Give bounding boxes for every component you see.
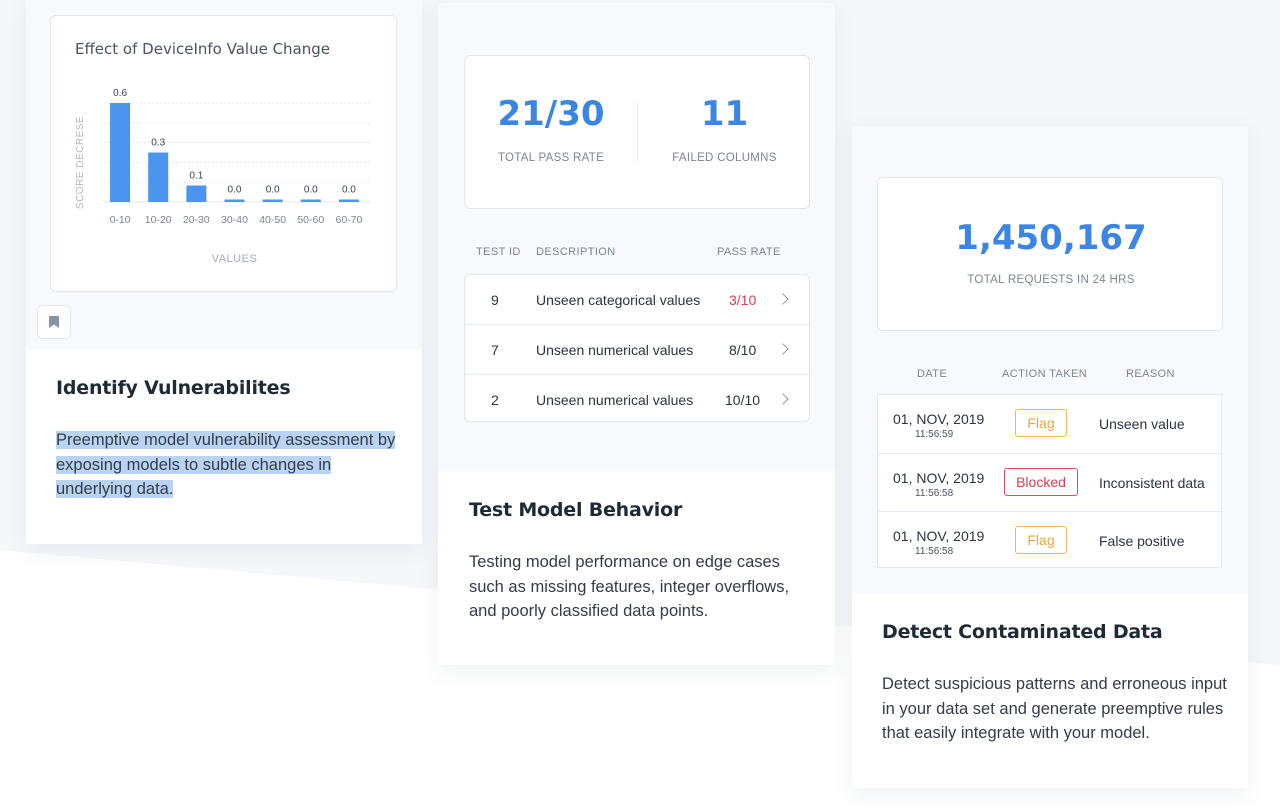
x-tick-label: 50-60: [297, 214, 324, 226]
bar: [186, 185, 207, 202]
y-axis-label: SCORE DECRESE: [75, 116, 86, 209]
x-tick-label: 20-30: [183, 214, 210, 226]
failed-columns-label: FAILED COLUMNS: [672, 152, 777, 164]
blocked-badge: Blocked: [1004, 468, 1078, 496]
feature-description: Detect suspicious patterns and erroneous…: [882, 675, 1227, 742]
column-header-description: DESCRIPTION: [536, 246, 616, 258]
bookmark-button[interactable]: [37, 305, 71, 339]
test-id: 9: [491, 292, 499, 308]
bar: [110, 103, 131, 202]
row-reason: Inconsistent data: [1099, 475, 1205, 491]
row-time: 11:56:58: [915, 488, 954, 499]
requests-table: 01, NOV, 2019 11:56:59 Flag Unseen value…: [877, 394, 1222, 568]
table-row[interactable]: 01, NOV, 2019 11:56:59 Flag Unseen value: [878, 395, 1221, 453]
chevron-right-icon[interactable]: [777, 393, 789, 405]
row-reason: Unseen value: [1099, 416, 1185, 432]
bookmark-icon: [49, 316, 59, 328]
test-id: 2: [491, 392, 499, 408]
column-header-test-id: TEST ID: [476, 246, 521, 258]
feature-description: Preemptive model vulnerability assessmen…: [56, 428, 401, 502]
bar-value-label: 0.6: [113, 88, 127, 99]
test-pass-rate: 8/10: [729, 342, 757, 358]
chevron-right-icon[interactable]: [777, 293, 789, 305]
feature-title: Detect Contaminated Data: [882, 621, 1163, 643]
stats-panel: 21/30 TOTAL PASS RATE 11 FAILED COLUMNS: [464, 55, 810, 209]
test-id: 7: [491, 342, 499, 358]
bar: [300, 199, 321, 202]
bar-value-label: 0.1: [189, 171, 203, 182]
tests-table: 9 Unseen categorical values 3/10 7 Unsee…: [464, 274, 810, 422]
flag-badge: Flag: [1015, 409, 1067, 437]
pass-rate-label: TOTAL PASS RATE: [497, 152, 605, 164]
failed-columns-value: 11: [700, 94, 749, 134]
test-description: Unseen categorical values: [536, 292, 701, 308]
requests-value: 1,450,167: [955, 218, 1147, 258]
column-header-reason: REASON: [1126, 368, 1175, 380]
test-description: Unseen numerical values: [536, 342, 694, 358]
bar-value-label: 0.0: [266, 185, 280, 196]
table-row[interactable]: 01, NOV, 2019 11:56:58 Flag False positi…: [878, 511, 1221, 569]
column-header-pass-rate: PASS RATE: [717, 246, 781, 258]
bar-value-label: 0.3: [151, 138, 165, 149]
column-header-action-taken: ACTION TAKEN: [1002, 368, 1088, 380]
row-date: 01, NOV, 2019: [893, 411, 985, 427]
test-pass-rate: 3/10: [729, 292, 757, 308]
row-time: 11:56:58: [915, 546, 954, 557]
x-tick-label: 10-20: [145, 214, 172, 226]
table-row[interactable]: 7 Unseen numerical values 8/10: [465, 324, 809, 374]
row-date: 01, NOV, 2019: [893, 470, 985, 486]
requests-panel: 1,450,167 TOTAL REQUESTS IN 24 HRS: [877, 177, 1223, 331]
table-row[interactable]: 01, NOV, 2019 11:56:58 Blocked Inconsist…: [878, 453, 1221, 511]
bar: [148, 152, 169, 202]
table-row[interactable]: 2 Unseen numerical values 10/10: [465, 374, 809, 423]
bar-value-label: 0.0: [304, 185, 318, 196]
card-test-model-behavior: 21/30 TOTAL PASS RATE 11 FAILED COLUMNS …: [438, 3, 835, 665]
row-reason: False positive: [1099, 533, 1185, 549]
selected-text: Preemptive model vulnerability assessmen…: [56, 431, 396, 498]
table-row[interactable]: 9 Unseen categorical values 3/10: [465, 275, 809, 324]
bar-value-label: 0.0: [228, 185, 242, 196]
feature-title: Identify Vulnerabilites: [56, 377, 291, 399]
card-identify-vulnerabilities: Effect of DeviceInfo Value Change 0.6 0-1…: [26, 0, 422, 544]
bar: [262, 199, 283, 202]
x-tick-label: 30-40: [221, 214, 248, 226]
row-date: 01, NOV, 2019: [893, 528, 985, 544]
row-time: 11:56:59: [915, 429, 954, 440]
bar-chart: 0.6 0-10 0.3 10-20 0.1 20-30 0.0 30-40 0.0 40-50 0…: [75, 88, 371, 265]
requests-label: TOTAL REQUESTS IN 24 HRS: [967, 274, 1135, 286]
x-tick-label: 0-10: [110, 214, 131, 226]
x-tick-label: 60-70: [335, 214, 362, 226]
chart-panel: Effect of DeviceInfo Value Change 0.6 0-1…: [50, 15, 397, 292]
chevron-right-icon[interactable]: [777, 343, 789, 355]
feature-description: Testing model performance on edge cases …: [469, 553, 790, 620]
flag-badge: Flag: [1015, 526, 1067, 554]
column-header-date: DATE: [917, 368, 948, 380]
test-pass-rate: 10/10: [725, 392, 761, 408]
card-detect-contaminated-data: 1,450,167 TOTAL REQUESTS IN 24 HRS DATE …: [852, 126, 1248, 788]
bar: [338, 199, 359, 202]
bar: [224, 199, 245, 202]
x-tick-label: 40-50: [259, 214, 286, 226]
pass-rate-value: 21/30: [497, 94, 605, 134]
feature-title: Test Model Behavior: [469, 499, 683, 521]
bar-value-label: 0.0: [342, 185, 356, 196]
test-description: Unseen numerical values: [536, 392, 694, 408]
x-axis-label: VALUES: [212, 253, 258, 265]
